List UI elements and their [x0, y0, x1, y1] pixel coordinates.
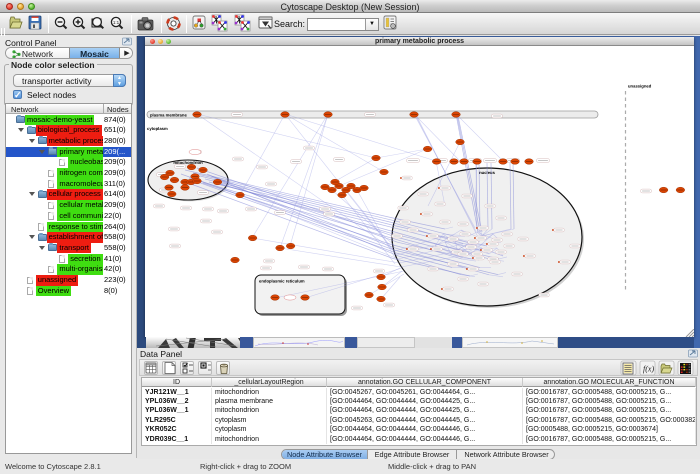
- svg-text:cytoplasm: cytoplasm: [147, 126, 168, 131]
- svg-text:mitochondrion: mitochondrion: [173, 160, 202, 165]
- svg-text:plasma membrane: plasma membrane: [150, 113, 187, 118]
- svg-text:endoplasmic reticulum: endoplasmic reticulum: [259, 279, 305, 284]
- svg-text:unassigned: unassigned: [628, 84, 651, 89]
- svg-text:1:1: 1:1: [113, 20, 120, 25]
- svg-text:f(x): f(x): [643, 365, 654, 374]
